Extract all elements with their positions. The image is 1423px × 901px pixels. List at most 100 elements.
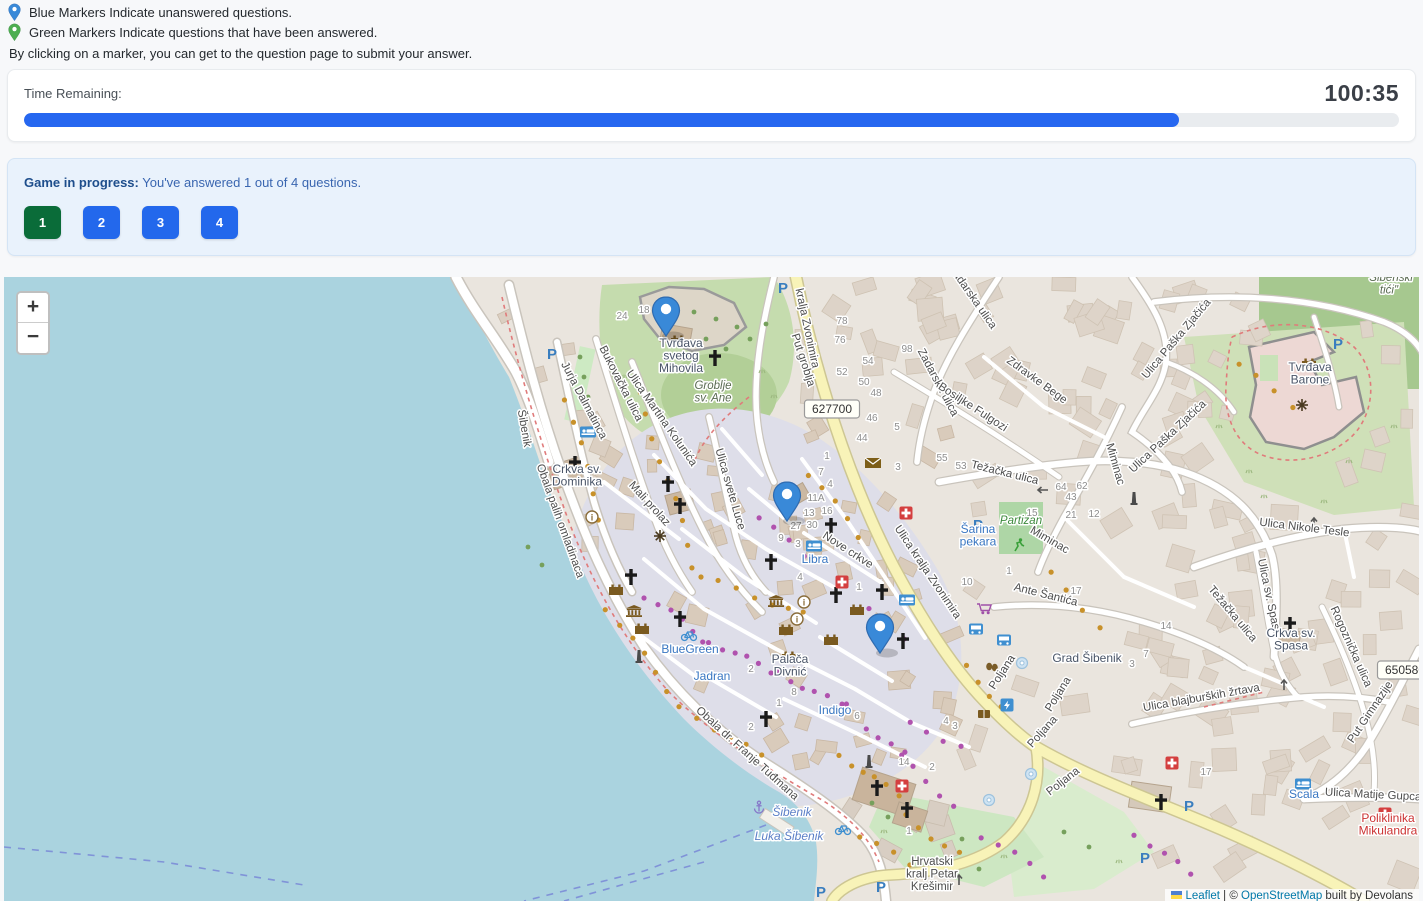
pharmacy-icon bbox=[900, 507, 913, 520]
time-progress-track bbox=[24, 113, 1399, 127]
zoom-out-button[interactable]: − bbox=[18, 323, 48, 353]
tree-icon bbox=[526, 545, 531, 550]
osm-link[interactable]: OpenStreetMap bbox=[1241, 890, 1322, 901]
map[interactable]: iiiPPPPPPPP kralja ZvonimiraPut grobljaJ… bbox=[4, 277, 1419, 901]
blue-marker-icon bbox=[8, 3, 21, 22]
parking-icon: P bbox=[1184, 798, 1194, 815]
svg-text:650580: 650580 bbox=[1385, 663, 1419, 677]
tree-icon bbox=[1087, 845, 1092, 850]
mail-icon bbox=[865, 458, 881, 468]
legend-green-text: Green Markers Indicate questions that ha… bbox=[29, 25, 377, 40]
pharmacy-icon bbox=[1166, 757, 1179, 770]
map-label: 46 bbox=[866, 413, 878, 424]
fountain-icon bbox=[1017, 658, 1028, 669]
map-label: Crkva sv.Dominika bbox=[552, 462, 602, 489]
bed-icon bbox=[899, 595, 915, 606]
question-buttons: 1234 bbox=[24, 206, 1399, 239]
star-icon bbox=[1296, 399, 1308, 411]
tree-icon bbox=[540, 563, 545, 568]
map-label: Hrvatskikralj PetarKrešimir bbox=[906, 856, 958, 893]
parking-icon: P bbox=[876, 879, 886, 896]
question-button-1[interactable]: 1 bbox=[24, 206, 61, 239]
map-label: 7 bbox=[1143, 649, 1149, 660]
map-label: 5 bbox=[894, 422, 900, 433]
tree-icon bbox=[886, 815, 891, 820]
pharmacy-icon bbox=[836, 576, 849, 589]
tree-icon bbox=[1062, 830, 1067, 835]
tree-icon bbox=[724, 347, 729, 352]
map-label: 14 bbox=[1160, 621, 1172, 632]
map-zoom-control: + − bbox=[16, 291, 50, 355]
tree-icon bbox=[977, 867, 982, 872]
svg-text:i: i bbox=[803, 598, 806, 608]
map-label: 1 bbox=[906, 826, 912, 837]
map-label: 4 bbox=[827, 479, 833, 490]
map-label: 1 bbox=[856, 582, 862, 593]
info-icon: i bbox=[791, 613, 803, 625]
map-label: 3 bbox=[895, 462, 901, 473]
map-label: 16 bbox=[821, 506, 833, 517]
map-label: PalačaDivnić bbox=[772, 652, 809, 679]
attribution-suffix: built by Devolans bbox=[1322, 890, 1413, 901]
green-marker-icon bbox=[8, 23, 21, 42]
tree-icon bbox=[735, 325, 740, 330]
map-label: 3 bbox=[795, 539, 801, 550]
map-label: 30 bbox=[806, 520, 818, 531]
question-button-4[interactable]: 4 bbox=[201, 206, 238, 239]
route-badge: 650580 bbox=[1378, 661, 1420, 679]
map-label: Indigo bbox=[819, 703, 852, 717]
page: Blue Markers Indicate unanswered questio… bbox=[0, 0, 1423, 901]
book-icon bbox=[978, 710, 990, 718]
map-label: 1 bbox=[824, 451, 830, 462]
time-progress-fill bbox=[24, 113, 1179, 127]
map-legend: Blue Markers Indicate unanswered questio… bbox=[0, 0, 1423, 61]
tree-icon bbox=[692, 310, 697, 315]
svg-text:P: P bbox=[1184, 798, 1194, 815]
map-label: 17 bbox=[1200, 767, 1212, 778]
leaflet-link[interactable]: Leaflet bbox=[1185, 890, 1220, 901]
map-label: 18 bbox=[638, 305, 650, 316]
info-icon: i bbox=[586, 511, 598, 523]
map-label: 4 bbox=[797, 572, 803, 583]
game-status-text: Game in progress: You've answered 1 out … bbox=[24, 175, 1399, 190]
map-label: 17 bbox=[1070, 586, 1082, 597]
map-label: 9 bbox=[778, 533, 784, 544]
map-label: Grobljesv. Ane bbox=[694, 380, 731, 405]
star-icon bbox=[654, 530, 666, 542]
fountain-icon bbox=[984, 795, 995, 806]
map-canvas: iiiPPPPPPPP kralja ZvonimiraPut grobljaJ… bbox=[4, 277, 1419, 901]
game-status-bold: Game in progress: bbox=[24, 175, 139, 190]
tree-icon bbox=[578, 355, 583, 360]
question-button-3[interactable]: 3 bbox=[142, 206, 179, 239]
timer-value: 100:35 bbox=[1324, 80, 1399, 107]
zoom-in-button[interactable]: + bbox=[18, 293, 48, 323]
map-label: 43 bbox=[1065, 492, 1077, 503]
map-label: Libra bbox=[802, 552, 829, 566]
map-label: 2 bbox=[929, 762, 935, 773]
map-label: 24 bbox=[616, 311, 628, 322]
map-label: 48 bbox=[870, 388, 882, 399]
map-label: 2 bbox=[748, 722, 754, 733]
map-label: PoliklinikaMikulandra bbox=[1359, 811, 1418, 838]
info-icon: i bbox=[798, 596, 810, 608]
legend-hint: By clicking on a marker, you can get to … bbox=[8, 46, 1415, 61]
map-label: Šibenik bbox=[772, 804, 812, 819]
question-button-2[interactable]: 2 bbox=[83, 206, 120, 239]
bus-icon bbox=[969, 624, 983, 635]
map-label: 53 bbox=[955, 461, 967, 472]
game-status-card: Game in progress: You've answered 1 out … bbox=[7, 158, 1416, 256]
map-label: 4 bbox=[943, 716, 949, 727]
tree-icon bbox=[714, 317, 719, 322]
map-label: 52 bbox=[836, 367, 848, 378]
map-label: 12 bbox=[1088, 509, 1100, 520]
map-label: 98 bbox=[901, 344, 913, 355]
map-label: 54 bbox=[862, 356, 874, 367]
svg-text:P: P bbox=[1140, 850, 1150, 867]
map-label: Luka Šibenik bbox=[755, 828, 825, 843]
route-badge: 627700 bbox=[805, 400, 860, 418]
charging-icon bbox=[1001, 699, 1014, 712]
map-label: 76 bbox=[834, 335, 846, 346]
svg-text:i: i bbox=[591, 513, 594, 523]
map-label: 21 bbox=[1065, 510, 1077, 521]
timer-label: Time Remaining: bbox=[24, 86, 122, 101]
